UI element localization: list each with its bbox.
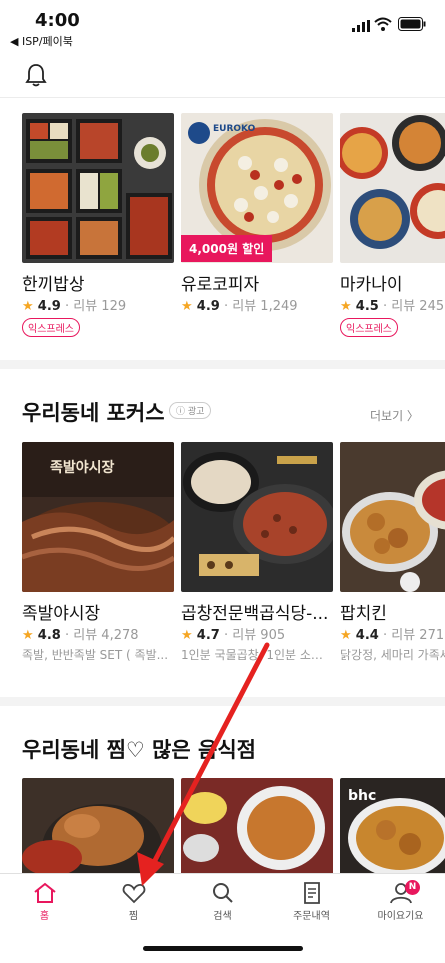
- nav-label: 마이요기요: [377, 911, 424, 922]
- restaurant-name: 마카나이: [340, 275, 403, 295]
- restaurant-rating: ★ 4.7 · 리뷰 905: [181, 628, 286, 643]
- menu-summary: 1인분 국물곱창, 1인분 소곱...: [181, 648, 333, 662]
- restaurant-rating: ★ 4.5 · 리뷰 245: [340, 299, 445, 314]
- restaurant-photo: [181, 778, 333, 873]
- rating-value: 4.7: [196, 628, 220, 643]
- signal-icon: [352, 20, 370, 32]
- svg-text:bhc: bhc: [348, 788, 376, 804]
- express-badge: 익스프레스: [340, 318, 398, 337]
- nav-favorites[interactable]: 찜: [89, 882, 178, 922]
- restaurant-rating: ★ 4.9 · 리뷰 1,249: [181, 299, 298, 314]
- rating-value: 4.8: [37, 628, 61, 643]
- restaurant-name: 한끼밥상: [22, 275, 85, 295]
- restaurant-rating: ★ 4.9 · 리뷰 129: [22, 299, 127, 314]
- heart-icon: [122, 884, 145, 904]
- restaurant-photo: bhc: [340, 778, 445, 873]
- section-title: 우리동네 포커스: [22, 401, 165, 425]
- nav-home[interactable]: 홈: [0, 882, 89, 922]
- ad-badge[interactable]: ⓘ 광고: [169, 402, 212, 419]
- menu-summary: 닭강정, 세마리 가족세트: [340, 648, 445, 662]
- star-icon: ★: [181, 628, 193, 643]
- nav-label: 주문내역: [293, 911, 330, 922]
- rating-value: 4.4: [355, 628, 379, 643]
- review-label: 리뷰: [391, 299, 416, 314]
- svg-text:족발야시장: 족발야시장: [50, 459, 115, 476]
- review-count: 1,249: [260, 299, 298, 314]
- nav-label: 홈: [39, 911, 50, 922]
- top-restaurant-carousel[interactable]: 한끼밥상 ★ 4.9 · 리뷰 129 익스프레스 EUROKO 4,000원 …: [0, 113, 445, 345]
- review-count: 4,278: [101, 628, 139, 643]
- review-label: 리뷰: [73, 299, 98, 314]
- restaurant-photo: [340, 442, 445, 592]
- nav-my-yogiyo[interactable]: N 마이요기요: [356, 880, 445, 922]
- nav-search[interactable]: 검색: [178, 882, 267, 922]
- discount-badge: 4,000원 할인: [181, 235, 273, 262]
- review-count: 905: [260, 628, 286, 643]
- status-time: 4:00: [35, 10, 80, 31]
- restaurant-rating: ★ 4.8 · 리뷰 4,278: [22, 628, 139, 643]
- review-label: 리뷰: [73, 628, 98, 643]
- search-icon: [212, 883, 233, 903]
- restaurant-photo: [181, 442, 333, 592]
- section-divider: [0, 697, 445, 706]
- star-icon: ★: [340, 299, 352, 314]
- review-count: 271: [419, 628, 445, 643]
- restaurant-photo: [22, 778, 174, 873]
- star-icon: ★: [181, 299, 193, 314]
- restaurant-name: 족발야시장: [22, 604, 101, 624]
- battery-icon: [398, 17, 426, 31]
- new-badge: N: [405, 880, 420, 895]
- star-icon: ★: [22, 299, 34, 314]
- star-icon: ★: [340, 628, 352, 643]
- review-label: 리뷰: [232, 299, 257, 314]
- menu-summary: 족발, 반반족발 SET ( 족발...: [22, 648, 169, 662]
- rating-value: 4.5: [355, 299, 379, 314]
- home-indicator: [143, 946, 303, 951]
- nav-label: 검색: [213, 911, 232, 922]
- restaurant-name: 유로코피자: [181, 275, 260, 295]
- status-bar: 4:00 ◀ ISP/페이북: [0, 0, 445, 50]
- focus-restaurant-carousel[interactable]: 족발야시장 족발야시장 ★ 4.8 · 리뷰 4,278 족발, 반반족발 SE…: [0, 442, 445, 664]
- nav-label: 찜: [128, 911, 139, 922]
- review-count: 129: [101, 299, 127, 314]
- section-title: 우리동네 찜♡ 많은 음식점: [22, 738, 256, 762]
- restaurant-photo: 족발야시장: [22, 442, 174, 592]
- restaurant-rating: ★ 4.4 · 리뷰 271: [340, 628, 445, 643]
- restaurant-name: 팝치킨: [340, 604, 387, 624]
- more-link[interactable]: 더보기 〉: [370, 407, 419, 424]
- review-label: 리뷰: [391, 628, 416, 643]
- svg-text:EUROKO: EUROKO: [213, 124, 256, 134]
- wifi-icon: [374, 17, 392, 31]
- review-label: 리뷰: [232, 628, 257, 643]
- bell-icon[interactable]: [25, 63, 47, 87]
- restaurant-photo: [340, 113, 445, 263]
- rating-value: 4.9: [196, 299, 220, 314]
- restaurant-photo: [22, 113, 174, 263]
- nav-orders[interactable]: 주문내역: [267, 882, 356, 922]
- back-to-app-link[interactable]: ◀ ISP/페이북: [10, 33, 73, 49]
- restaurant-name: 곱창전문백곱식당-...: [181, 604, 329, 624]
- review-count: 245: [419, 299, 445, 314]
- home-icon: [33, 882, 56, 903]
- fav-restaurant-carousel[interactable]: bhc: [0, 778, 445, 873]
- section-divider: [0, 360, 445, 369]
- star-icon: ★: [22, 628, 34, 643]
- express-badge: 익스프레스: [22, 318, 80, 337]
- receipt-icon: [303, 882, 320, 904]
- rating-value: 4.9: [37, 299, 61, 314]
- header-divider: [0, 97, 445, 98]
